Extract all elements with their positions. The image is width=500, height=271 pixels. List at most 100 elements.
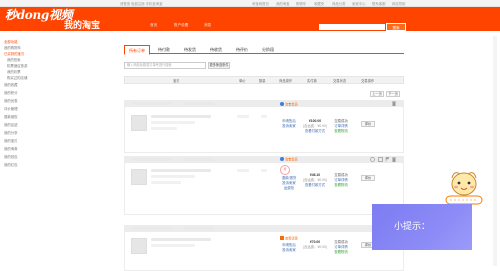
prev-page-button[interactable]: 上一页	[370, 91, 384, 97]
review-button[interactable]: 评价	[361, 121, 375, 127]
header-nav-messages[interactable]: 消息	[204, 23, 211, 28]
trash-icon[interactable]	[392, 157, 396, 162]
order-total: ¥100.00	[308, 119, 322, 123]
sidebar-item[interactable]: 我的淘券	[4, 146, 40, 151]
order-search-input[interactable]: 输入商品标题或订单号进行搜索	[124, 62, 206, 69]
shipping-fee: (含运费：¥0.00)	[302, 245, 328, 249]
column-header: 商品操作	[279, 79, 293, 83]
complain-link[interactable]: 投诉卖家	[278, 248, 300, 252]
more-filters-button[interactable]: 更多筛选条件	[208, 62, 230, 69]
order-header	[124, 156, 404, 163]
review-button[interactable]: 评价	[361, 175, 375, 181]
flag-icon[interactable]	[385, 157, 390, 162]
member-badge: 淘宝会员	[280, 157, 298, 162]
column-header: 交易操作	[361, 79, 375, 83]
sidebar-item[interactable]: 机票酒店旅游	[7, 63, 43, 68]
logistics-link[interactable]: 查看物流	[331, 250, 351, 254]
order-total: ¥46.10	[309, 173, 321, 177]
sidebar-item[interactable]: 我的分享	[4, 130, 40, 135]
topbar-link[interactable]: 收藏夹	[314, 1, 324, 6]
order-tabs: 所有订单 待付款 待发货 待收货 待评价 分阶段	[124, 44, 404, 55]
sidebar-item[interactable]: 我的钱包	[4, 154, 40, 159]
shipping-insurance-link[interactable]: 运费险	[278, 186, 300, 190]
sidebar-item[interactable]: 我的宝贝	[4, 138, 40, 143]
sidebar-item[interactable]: 我的足迹	[4, 122, 40, 127]
logistics-link[interactable]: 查看物流	[331, 183, 351, 187]
search-button[interactable]: 搜索	[386, 23, 406, 31]
order-row: 淘宝会员 申请售后 投诉卖家 ¥100.00 (含运费：¥0.00) 查看付款方…	[124, 102, 404, 153]
sidebar-heading[interactable]: 全部功能	[4, 39, 40, 44]
payment-method-link[interactable]: 查看付款方式	[303, 129, 327, 133]
order-meta	[132, 102, 172, 105]
topbar-link[interactable]: 商品分类	[332, 1, 346, 6]
header-nav-account[interactable]: 账户设置	[174, 23, 188, 28]
sidebar-item[interactable]: 我的拍卖	[7, 57, 43, 62]
product-title[interactable]	[151, 169, 211, 172]
topbar-link[interactable]: 网站导航	[392, 1, 406, 6]
status-text: 交易成功	[334, 173, 348, 177]
share-icon[interactable]	[370, 157, 375, 162]
order-meta	[184, 158, 214, 161]
order-meta	[132, 227, 172, 230]
next-page-button[interactable]: 下一页	[386, 91, 400, 97]
sidebar-item[interactable]: 我的收藏	[4, 82, 40, 87]
discount-badge: 查看优惠	[280, 236, 298, 241]
login-links[interactable]: 请登录 免费注册 手机逛淘宝	[120, 1, 163, 6]
sidebar-item[interactable]: 退款维权	[4, 114, 40, 119]
sidebar-item[interactable]: 我的彩票	[7, 69, 43, 74]
product-spec	[151, 175, 195, 178]
product-title[interactable]	[151, 238, 211, 241]
complain-link[interactable]: 投诉卖家	[278, 124, 300, 128]
product-thumbnail[interactable]	[131, 115, 147, 131]
video-watermark-logo: 秒dong视频	[5, 8, 73, 22]
tab-installment[interactable]: 分阶段	[256, 45, 280, 54]
search-input[interactable]	[318, 23, 386, 31]
member-badge: 淘宝会员	[280, 102, 298, 107]
product-spec	[151, 244, 195, 247]
sidebar-item-bought[interactable]: 已买到的宝贝	[4, 51, 40, 56]
sidebar-item[interactable]: 我的红包	[4, 162, 40, 167]
tab-pending-receipt[interactable]: 待收货	[204, 45, 228, 54]
complain-link[interactable]: 投诉卖家	[278, 181, 300, 185]
order-detail-link[interactable]: 订单详情	[331, 124, 351, 128]
topbar-link[interactable]: 联系客服	[372, 1, 386, 6]
product-thumbnail[interactable]	[131, 169, 147, 185]
product-title[interactable]	[151, 115, 211, 118]
after-sale-link[interactable]: 申请售后	[278, 119, 300, 123]
payment-method-link[interactable]: 查看付款方式	[303, 183, 327, 187]
tip-label: 小提示：	[394, 221, 431, 231]
sidebar-item[interactable]: 我的积分	[4, 90, 40, 95]
order-row: 查看优惠 申请售后 投诉卖家 ¥70.00 (含运费：¥0.00) 交易成功 订…	[124, 232, 404, 271]
tab-pending-payment[interactable]: 待付款	[152, 45, 176, 54]
unit-price	[237, 169, 249, 172]
order-detail-link[interactable]: 订单详情	[331, 245, 351, 249]
tab-pending-shipment[interactable]: 待发货	[178, 45, 202, 54]
sidebar-item[interactable]: 我的购物车	[4, 45, 40, 50]
topbar-link[interactable]: 淘宝网首页	[252, 1, 269, 6]
page-scrollbar[interactable]	[493, 36, 497, 266]
logistics-link[interactable]: 查看物流	[331, 129, 351, 133]
order-header	[124, 100, 404, 107]
header-nav-home[interactable]: 首页	[150, 23, 157, 28]
tab-all-orders[interactable]: 所有订单	[124, 45, 150, 55]
shipping-fee: (含运费：¥0.00)	[302, 178, 328, 182]
topbar-link[interactable]: 我的淘宝	[276, 1, 290, 6]
order-header	[124, 225, 404, 232]
topbar-link[interactable]: 卖家中心	[352, 1, 366, 6]
refund-link[interactable]: 退款/退货	[278, 176, 300, 180]
product-spec	[151, 121, 195, 124]
trash-icon[interactable]	[392, 101, 396, 106]
sidebar-item[interactable]: 评价管理	[4, 106, 40, 111]
order-meta	[184, 102, 214, 105]
product-thumbnail[interactable]	[131, 238, 147, 254]
order-detail-link[interactable]: 订单详情	[331, 178, 351, 182]
order-row: 淘宝会员 险 退款/退货 投诉卖家 运费险 ¥46.10 (含运费：¥0.00)…	[124, 157, 404, 215]
sidebar-item[interactable]: 购买过的店铺	[7, 75, 43, 80]
sidebar-item[interactable]: 我的优惠	[4, 98, 40, 103]
order-meta	[132, 158, 172, 161]
topbar-link[interactable]: 购物车	[296, 1, 306, 6]
tab-pending-review[interactable]: 待评价	[230, 45, 254, 54]
order-meta	[184, 227, 214, 230]
note-icon[interactable]	[378, 157, 383, 162]
after-sale-link[interactable]: 申请售后	[278, 243, 300, 247]
